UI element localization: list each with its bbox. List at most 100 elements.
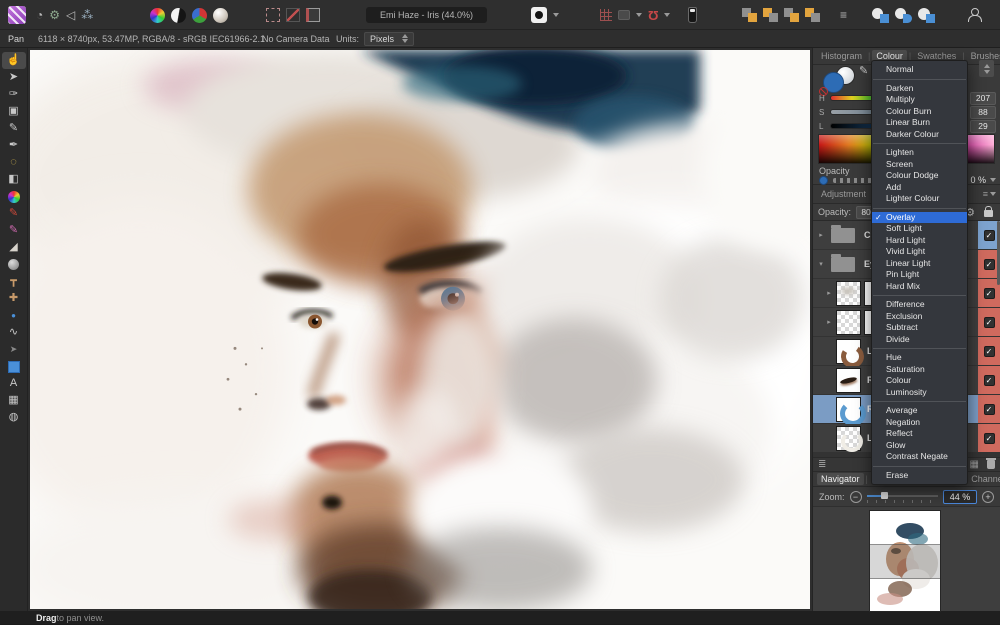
visibility-checkbox[interactable]: ✓	[984, 404, 995, 415]
text-tool[interactable]: A	[2, 375, 26, 392]
blend-mode-option[interactable]: Colour Dodge	[872, 170, 967, 182]
blend-mode-option[interactable]: Linear Burn	[872, 117, 967, 129]
share-icon[interactable]: ⁂	[81, 9, 93, 21]
alignment-icon[interactable]: ≡	[840, 9, 847, 21]
blend-mode-option[interactable]: Contrast Negate	[872, 451, 967, 463]
expand-icon[interactable]: ▸	[817, 231, 825, 239]
crop-tool[interactable]: ▣	[2, 103, 26, 120]
zoom-slider[interactable]	[867, 492, 938, 502]
blend-mode-option[interactable]: Colour	[872, 375, 967, 387]
blend-mode-option[interactable]: Erase	[872, 470, 967, 482]
snapping-magnet-icon[interactable]: Ω	[648, 8, 658, 23]
stepper-icon[interactable]	[402, 34, 408, 43]
hue-value[interactable]: 207	[970, 92, 996, 105]
layer-thumbnail[interactable]	[836, 310, 861, 335]
blur-brush-tool[interactable]: ●	[2, 307, 26, 324]
tab-histogram[interactable]: Histogram	[817, 50, 866, 62]
boolean-subtract-icon[interactable]	[895, 8, 912, 23]
blend-mode-option[interactable]: Hard Mix	[872, 281, 967, 293]
navigator-thumbnail[interactable]	[869, 510, 941, 612]
zoom-value[interactable]: 44 %	[943, 490, 977, 504]
blend-mode-option[interactable]: Darken	[872, 83, 967, 95]
visibility-checkbox[interactable]: ✓	[984, 317, 995, 328]
blend-mode-option[interactable]: Luminosity	[872, 387, 967, 399]
freehand-selection-tool[interactable]: ◌	[2, 154, 26, 171]
tab-navigator[interactable]: Navigator	[817, 473, 864, 485]
layer-thumbnail[interactable]	[836, 397, 861, 422]
mask-grid-icon[interactable]: ▦	[970, 459, 979, 470]
smudge-brush-tool[interactable]: ∿	[2, 324, 26, 341]
boolean-intersect-icon[interactable]	[918, 8, 935, 23]
node-tool[interactable]: ✒	[2, 137, 26, 154]
arrange-forward-icon[interactable]	[784, 8, 799, 22]
node-select-tool[interactable]: ➤	[2, 341, 26, 358]
layer-thumbnail[interactable]	[836, 368, 861, 393]
blend-mode-option[interactable]: Glow	[872, 440, 967, 452]
visibility-checkbox[interactable]: ✓	[984, 433, 995, 444]
blend-mode-option[interactable]: Add	[872, 182, 967, 194]
pixel-brush-tool[interactable]: ✎	[2, 222, 26, 239]
arrange-backward-icon[interactable]	[763, 8, 778, 22]
arrange-back-icon[interactable]	[742, 8, 757, 22]
visibility-checkbox[interactable]: ✓	[984, 346, 995, 357]
layer-thumbnail[interactable]	[836, 339, 861, 364]
blend-mode-option[interactable]: Subtract	[872, 322, 967, 334]
units-select[interactable]: Pixels	[364, 32, 414, 46]
blend-mode-option[interactable]: Saturation	[872, 364, 967, 376]
expand-icon[interactable]: ▸	[825, 318, 833, 326]
blend-mode-option[interactable]: Normal	[872, 64, 967, 76]
canvas-area[interactable]	[28, 48, 812, 611]
lock-icon[interactable]	[984, 210, 993, 217]
margins-icon[interactable]	[306, 8, 320, 22]
saturation-value[interactable]: 88	[970, 106, 996, 119]
zoom-in-button[interactable]: +	[982, 491, 994, 503]
visibility-checkbox[interactable]: ✓	[984, 375, 995, 386]
gradient-tool[interactable]	[2, 188, 26, 205]
blend-mode-option[interactable]: Hue	[872, 352, 967, 364]
colour-opacity-value[interactable]: 0 %	[970, 175, 986, 185]
marquee-icon[interactable]	[266, 8, 280, 22]
tone-split-icon[interactable]	[171, 8, 186, 23]
clone-stamp-tool[interactable]: ┳	[2, 273, 26, 290]
zoom-slider-knob[interactable]	[881, 492, 888, 499]
colour-model-stepper[interactable]	[979, 60, 994, 77]
blend-mode-option[interactable]: Darker Colour	[872, 129, 967, 141]
arrange-front-icon[interactable]	[805, 8, 820, 22]
collapse-icon[interactable]: ▾	[817, 260, 825, 268]
view-tool[interactable]: ☝	[2, 52, 26, 69]
trash-icon[interactable]	[987, 460, 995, 469]
blend-mode-option[interactable]: Linear Light	[872, 258, 967, 270]
panel-menu-icon[interactable]: ≡	[983, 189, 996, 199]
tab-channels[interactable]: Channels	[967, 473, 1000, 485]
colour-swatches[interactable]	[821, 66, 855, 94]
visibility-checkbox[interactable]: ✓	[984, 259, 995, 270]
chevron-down-icon[interactable]	[636, 13, 642, 17]
mesh-warp-tool[interactable]: ▦	[2, 392, 26, 409]
develop-gear-icon[interactable]: ⚙	[49, 9, 60, 21]
blend-mode-option[interactable]: Reflect	[872, 428, 967, 440]
dodge-brush-tool[interactable]	[2, 256, 26, 273]
blend-mode-option[interactable]: Colour Burn	[872, 106, 967, 118]
colour-wheel-icon[interactable]	[150, 8, 165, 23]
grid-icon[interactable]	[600, 9, 612, 21]
rgb-circle-icon[interactable]	[192, 8, 207, 23]
layer-thumbnail[interactable]	[836, 281, 861, 306]
document-page[interactable]	[30, 50, 810, 609]
colour-picker-tool[interactable]: ✑	[2, 86, 26, 103]
visibility-checkbox[interactable]: ✓	[984, 288, 995, 299]
blend-mode-option-selected[interactable]: ✓ Overlay	[872, 212, 967, 224]
slice-icon[interactable]	[286, 8, 300, 22]
blend-mode-option[interactable]: Pin Light	[872, 269, 967, 281]
account-person-icon[interactable]	[968, 8, 981, 22]
erase-brush-tool[interactable]: ◢	[2, 239, 26, 256]
flood-fill-tool[interactable]: ◧	[2, 171, 26, 188]
chevron-down-icon[interactable]	[553, 13, 559, 17]
blend-mode-option[interactable]: Negation	[872, 417, 967, 429]
viewport-rectangle[interactable]	[870, 544, 940, 579]
paint-brush-tool[interactable]: ✎	[2, 205, 26, 222]
blend-mode-option[interactable]: Multiply	[872, 94, 967, 106]
layer-thumbnail[interactable]	[836, 426, 861, 451]
chevron-down-icon[interactable]	[664, 13, 670, 17]
move-tool[interactable]: ➤	[2, 69, 26, 86]
chevron-down-icon[interactable]	[990, 178, 996, 182]
